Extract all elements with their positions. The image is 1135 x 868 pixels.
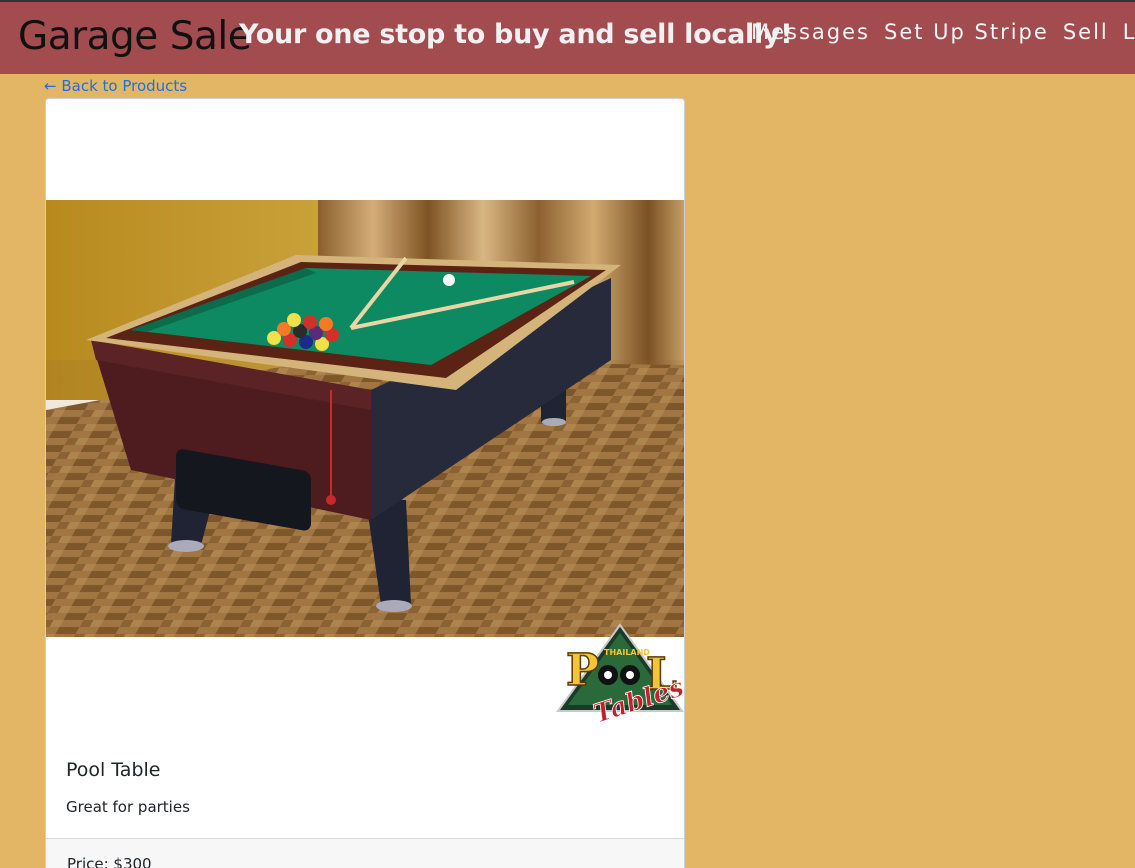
product-description: Great for parties [66,798,190,816]
nav-links: Messages Set Up Stripe Sell Log [751,20,1135,44]
back-to-products-link[interactable]: ← Back to Products [44,77,187,95]
nav-messages[interactable]: Messages [751,20,870,44]
product-price: Price: $300 [67,855,152,868]
brand-logo[interactable]: Garage Sale [18,14,252,59]
nav-set-up-stripe[interactable]: Set Up Stripe [884,20,1049,44]
product-image [46,200,684,637]
svg-text:THAILAND: THAILAND [604,648,650,657]
nav-sell[interactable]: Sell [1063,20,1109,44]
nav-log[interactable]: Log [1123,20,1135,44]
tagline: Your one stop to buy and sell locally! [239,19,793,50]
navbar: Garage Sale Your one stop to buy and sel… [0,0,1135,74]
svg-text:P: P [566,645,599,696]
product-title: Pool Table [66,759,161,781]
card-footer: Price: $300 [46,838,684,868]
product-card: P L THAILAND Tables Pool Table Great for… [45,98,685,868]
pool-tables-logo: P L THAILAND Tables [556,623,684,723]
